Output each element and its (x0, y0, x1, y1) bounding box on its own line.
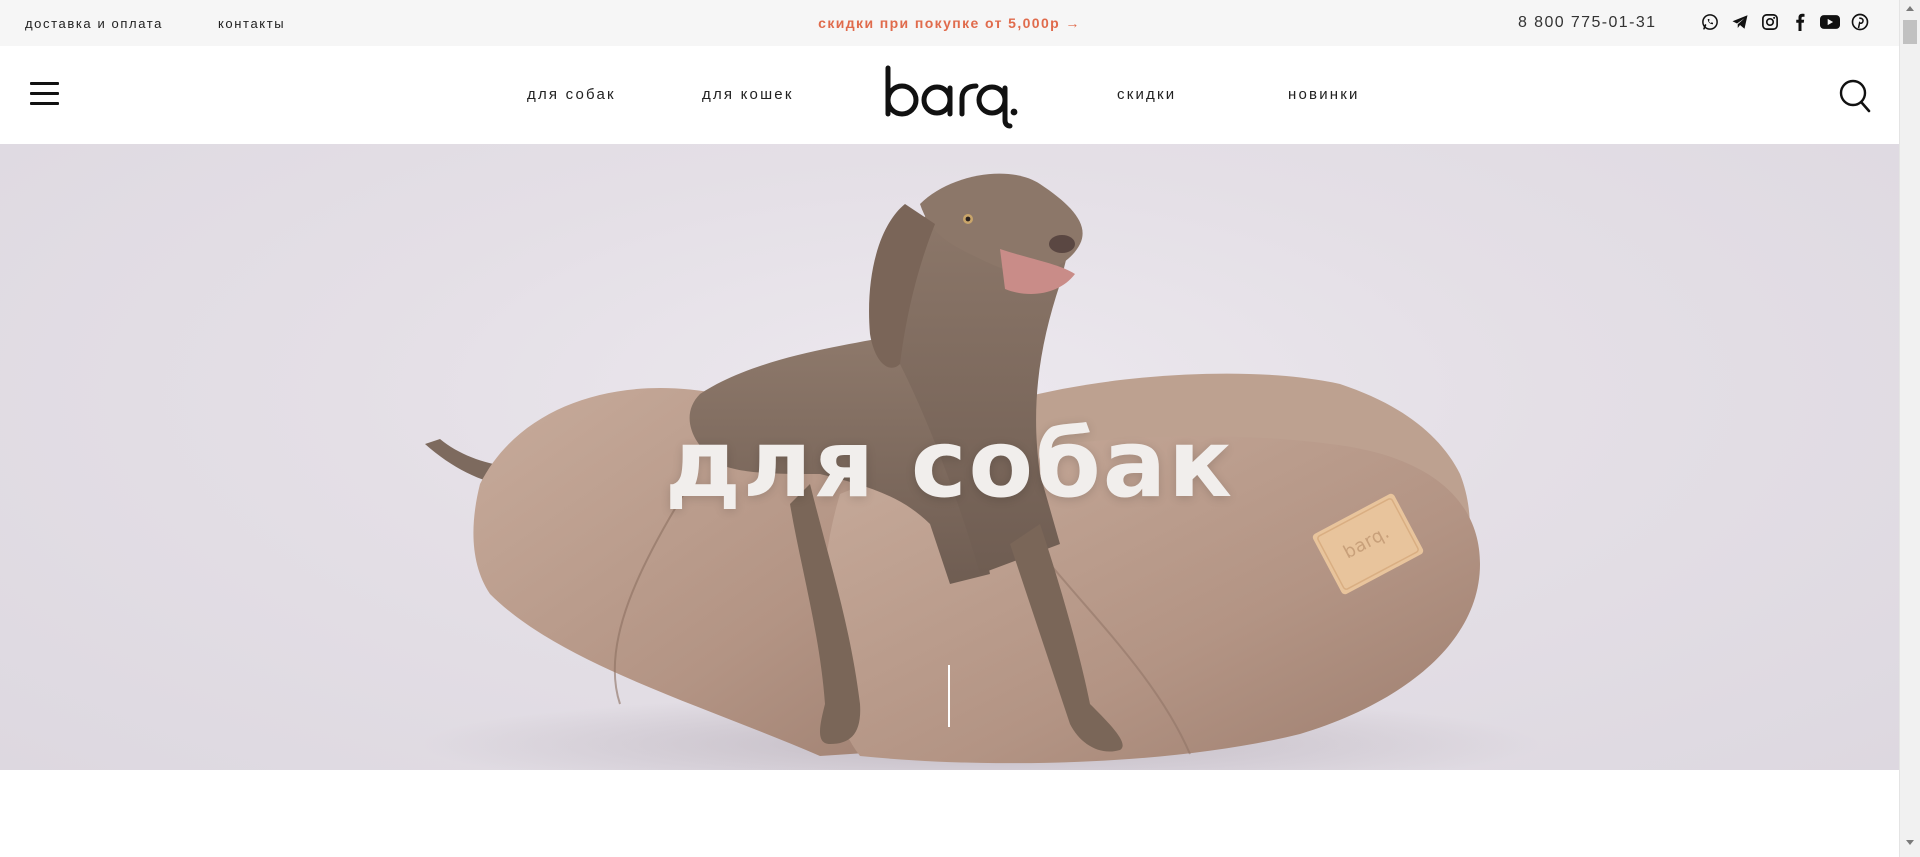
hamburger-menu-icon[interactable] (30, 82, 60, 106)
nav-new[interactable]: новинки (1288, 86, 1360, 103)
hero-title: для собак (664, 410, 1234, 519)
top-utility-bar: доставка и оплата контакты скидки при по… (0, 0, 1899, 46)
instagram-icon[interactable] (1760, 11, 1780, 33)
nav-cats[interactable]: для кошек (702, 86, 794, 103)
phone-number[interactable]: 8 800 775-01-31 (1518, 0, 1656, 46)
whatsapp-icon[interactable] (1700, 11, 1720, 33)
search-icon[interactable] (1838, 78, 1872, 114)
social-icons (1700, 11, 1870, 33)
hero-banner[interactable]: для собак (0, 144, 1899, 770)
top-links: доставка и оплата контакты (25, 0, 340, 46)
telegram-icon[interactable] (1730, 11, 1750, 33)
promo-link[interactable]: скидки при покупке от 5,000р → (818, 15, 1081, 31)
nav-sale[interactable]: скидки (1117, 86, 1176, 103)
scrollbar-thumb[interactable] (1903, 20, 1917, 44)
delivery-payment-link[interactable]: доставка и оплата (25, 16, 163, 31)
scroll-up-arrow-icon[interactable] (1906, 6, 1914, 11)
pinterest-icon[interactable] (1850, 11, 1870, 33)
scroll-down-indicator[interactable] (948, 665, 950, 727)
youtube-icon[interactable] (1820, 11, 1840, 33)
main-header: для собак для кошек скидки новинки (0, 46, 1899, 144)
page-scrollbar[interactable] (1899, 0, 1920, 857)
nav-dogs[interactable]: для собак (527, 86, 616, 103)
contacts-link[interactable]: контакты (218, 16, 285, 31)
scroll-down-arrow-icon[interactable] (1906, 840, 1914, 845)
barq-logo[interactable] (880, 64, 1020, 129)
facebook-icon[interactable] (1790, 11, 1810, 33)
